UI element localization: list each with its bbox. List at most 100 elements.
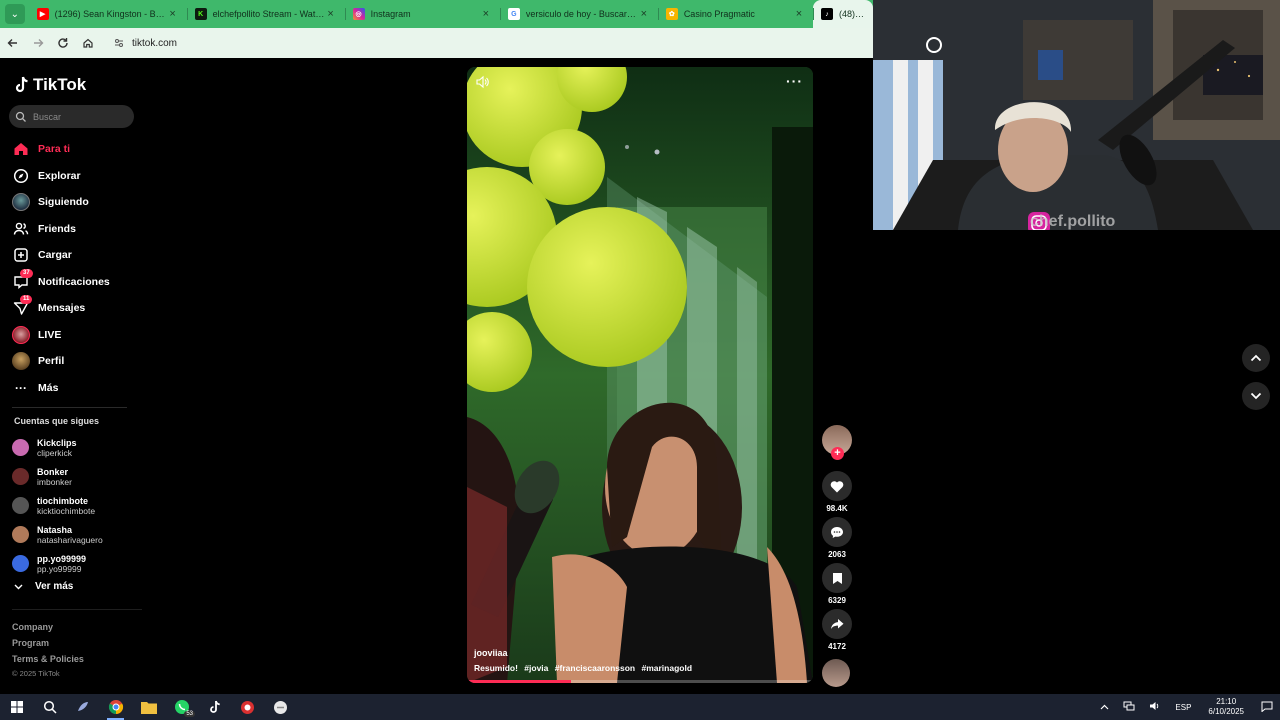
comment-icon: [831, 526, 843, 538]
back-arrow-icon[interactable]: [1, 31, 25, 55]
browser-tab[interactable]: K elchefpollito Stream - Watch Li ×: [186, 0, 345, 28]
file-explorer-icon[interactable]: [132, 694, 165, 720]
account-name: Bonker: [37, 466, 69, 477]
like-button[interactable]: [822, 471, 852, 501]
sidebar-item-siguiendo[interactable]: Siguiendo: [12, 189, 142, 216]
see-more-button[interactable]: Ver más: [14, 581, 73, 592]
browser-tab[interactable]: G versiculo de hoy - Buscar con G ×: [499, 0, 658, 28]
chevron-down-icon: [14, 582, 23, 592]
music-disc-avatar[interactable]: [822, 659, 850, 687]
tab-close-icon[interactable]: ×: [325, 8, 337, 20]
input-language[interactable]: ESP: [1175, 703, 1191, 712]
sidebar-item-live[interactable]: LIVE: [12, 322, 142, 349]
tab-search-menu-button[interactable]: ⌄: [5, 4, 25, 24]
home-icon: [12, 140, 30, 158]
hashtag-link[interactable]: #franciscaaronsson: [555, 663, 635, 673]
tiktok-app-icon[interactable]: [198, 694, 231, 720]
sidebar-item-para-ti[interactable]: Para ti: [12, 136, 142, 163]
browser-tab[interactable]: ◎ Instagram ×: [344, 0, 500, 28]
follow-plus-icon[interactable]: +: [831, 447, 844, 460]
previous-video-button[interactable]: [1242, 344, 1270, 372]
hashtag-link[interactable]: #marinagold: [641, 663, 692, 673]
search-input[interactable]: [33, 111, 123, 122]
volume-icon[interactable]: [475, 75, 489, 89]
sidebar-item-mas[interactable]: ··· Más: [12, 375, 142, 402]
browser-tab[interactable]: ▶ (1296) Sean Kingston - Beautiful ×: [29, 0, 187, 28]
sidebar-item-label: Perfil: [38, 355, 65, 368]
clock-time: 21:10: [1216, 697, 1237, 706]
account-avatar: [12, 468, 29, 485]
account-name: pp.yo99999: [37, 553, 87, 564]
site-settings-icon[interactable]: [112, 36, 126, 50]
whatsapp-icon[interactable]: 53: [165, 694, 198, 720]
video-progress-bar[interactable]: [467, 680, 813, 683]
comment-button[interactable]: [822, 517, 852, 547]
sidebar-item-label: Notificaciones: [38, 275, 110, 288]
system-tray: ESP 21:10 6/10/2025: [1093, 694, 1280, 720]
chevron-down-icon: [1250, 392, 1262, 400]
account-handle: cliperkick: [37, 447, 72, 458]
tab-close-icon[interactable]: ×: [480, 8, 492, 20]
upload-icon: [12, 246, 30, 264]
tiktok-logo[interactable]: TikTok: [14, 75, 86, 95]
volume-icon[interactable]: [1149, 701, 1161, 713]
reload-icon[interactable]: [51, 31, 75, 55]
tab-title: versiculo de hoy - Buscar con G: [525, 9, 638, 19]
tab-close-icon[interactable]: ×: [638, 8, 650, 20]
app-icon[interactable]: [264, 694, 297, 720]
search-box[interactable]: [9, 105, 134, 128]
tab-close-icon[interactable]: ×: [793, 8, 805, 20]
chrome-icon[interactable]: [99, 694, 132, 720]
creator-avatar[interactable]: +: [822, 425, 852, 460]
following-account[interactable]: pp.yo99999 pp.yo99999: [12, 549, 142, 578]
browser-tab[interactable]: ✿ Casino Pragmatic ×: [657, 0, 813, 28]
sidebar-item-perfil[interactable]: Perfil: [12, 348, 142, 375]
video-player[interactable]: ··· jooviiaa Resumido! #jovia #francisca…: [467, 67, 813, 683]
forward-arrow-icon[interactable]: [26, 31, 50, 55]
logo-text: TikTok: [33, 75, 87, 94]
footer-link-terms[interactable]: Terms & Policies: [12, 651, 84, 667]
save-button[interactable]: [822, 563, 852, 593]
network-icon[interactable]: [1123, 701, 1135, 713]
next-video-button[interactable]: [1242, 382, 1270, 410]
video-author[interactable]: jooviiaa: [474, 648, 508, 658]
sidebar-item-explorar[interactable]: Explorar: [12, 163, 142, 190]
chevron-up-icon[interactable]: [1100, 703, 1109, 712]
following-account[interactable]: tiochimbote kicktiochimbote: [12, 491, 142, 520]
account-name: tiochimbote: [37, 495, 88, 506]
sidebar-item-label: Cargar: [38, 249, 72, 262]
message-badge: 11: [20, 295, 33, 305]
tab-close-icon[interactable]: ×: [167, 8, 179, 20]
following-account[interactable]: Kickclips cliperkick: [12, 433, 142, 462]
following-account[interactable]: Natasha natasharivaguero: [12, 520, 142, 549]
see-more-label: Ver más: [35, 581, 74, 592]
sidebar-item-label: Explorar: [38, 169, 81, 182]
sidebar-item-cargar[interactable]: Cargar: [12, 242, 142, 269]
notification-center-icon[interactable]: [1261, 701, 1273, 714]
sidebar-item-mensajes[interactable]: 11 Mensajes: [12, 295, 142, 322]
sidebar-item-notificaciones[interactable]: 37 Notificaciones: [12, 268, 142, 296]
app-icon[interactable]: [231, 694, 264, 720]
share-button[interactable]: [822, 609, 852, 639]
tab-title: Casino Pragmatic: [683, 9, 755, 19]
sidebar-divider: [12, 407, 127, 408]
footer-link-company[interactable]: Company: [12, 619, 84, 635]
hashtag-link[interactable]: #jovia: [524, 663, 548, 673]
account-handle: pp.yo99999: [37, 563, 82, 574]
send-icon: 11: [12, 295, 33, 317]
footer-link-program[interactable]: Program: [12, 635, 84, 651]
sidebar-item-friends[interactable]: Friends: [12, 216, 142, 243]
more-dots-icon: ···: [15, 380, 27, 395]
video-more-options-icon[interactable]: ···: [786, 73, 803, 89]
home-button-icon[interactable]: [76, 31, 100, 55]
windows-start-icon[interactable]: [0, 694, 33, 720]
search-icon[interactable]: [33, 694, 66, 720]
streaming-app-icon[interactable]: [66, 694, 99, 720]
notification-badge: 37: [20, 268, 33, 278]
taskbar-clock[interactable]: 21:10 6/10/2025: [1208, 697, 1244, 717]
browser-tab-active[interactable]: ♪ (48)TikTok: [813, 0, 874, 28]
following-account[interactable]: Bonker imbonker: [12, 462, 142, 491]
following-section-title: Cuentas que sigues: [14, 416, 100, 426]
address-bar[interactable]: tiktok.com: [106, 31, 866, 55]
webcam-image: [873, 0, 1280, 230]
